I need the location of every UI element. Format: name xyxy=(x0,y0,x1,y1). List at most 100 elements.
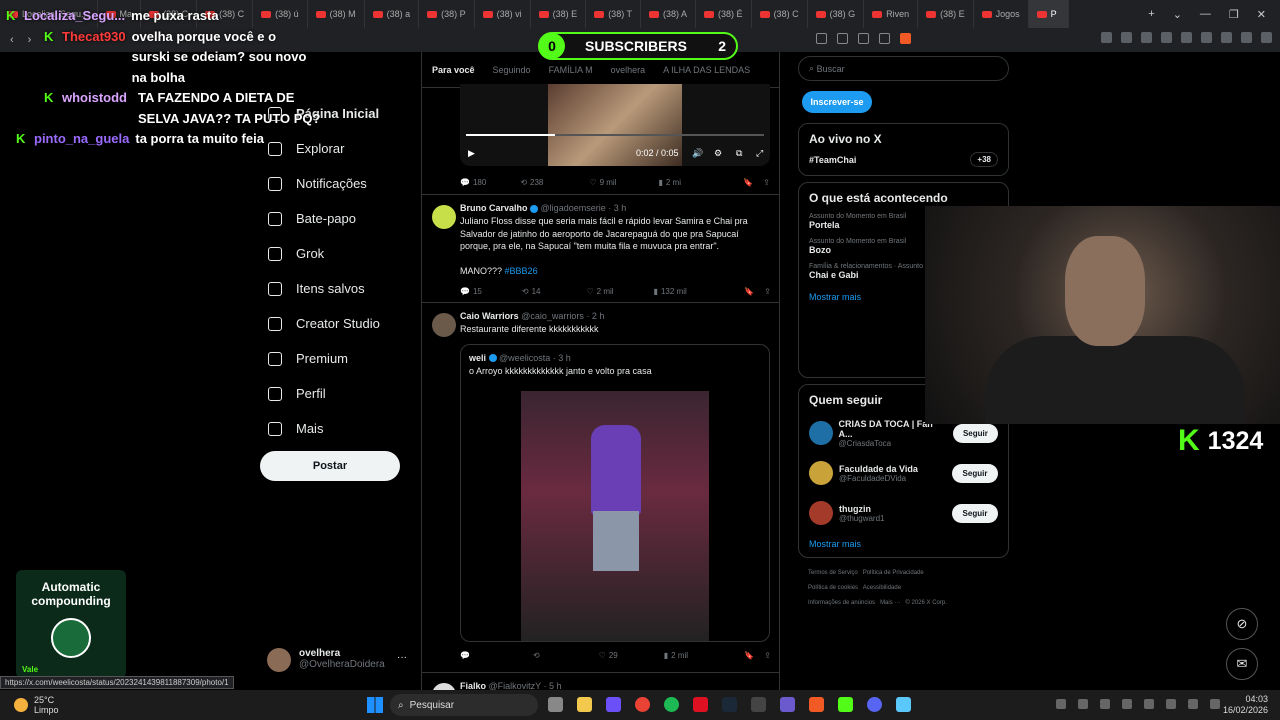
footer-link[interactable]: Mais ··· xyxy=(880,600,900,606)
browser-tab[interactable]: (38) A xyxy=(641,0,697,28)
app-icon[interactable] xyxy=(606,697,621,712)
mic-icon[interactable] xyxy=(1166,699,1176,709)
chrome-icon[interactable] xyxy=(635,697,650,712)
pip-icon[interactable]: ⧉ xyxy=(736,148,742,159)
task-view-icon[interactable] xyxy=(548,697,563,712)
tab-familia[interactable]: FAMÍLIA M xyxy=(549,65,593,75)
views-action[interactable]: ▮ 132 mil xyxy=(654,287,687,296)
messages-float-button[interactable]: ✉ xyxy=(1226,648,1258,680)
video-progress[interactable] xyxy=(466,134,764,136)
like-action[interactable]: ♡ 2 mil xyxy=(586,287,613,296)
browser-tab[interactable]: (38) C xyxy=(752,0,808,28)
footer-link[interactable]: Acessibilidade xyxy=(863,585,901,591)
repost-action[interactable]: ⟲ 238 xyxy=(520,178,543,187)
extension-icon[interactable] xyxy=(1161,32,1172,43)
quote-time[interactable]: 3 h xyxy=(558,353,571,363)
sidebar-item[interactable]: Mais xyxy=(260,411,420,446)
app-icon[interactable] xyxy=(780,697,795,712)
steam-icon[interactable] xyxy=(722,697,737,712)
sidebar-item[interactable]: Grok xyxy=(260,236,420,271)
wallet-icon[interactable] xyxy=(1241,32,1252,43)
tweet-time[interactable]: 2 h xyxy=(592,311,605,321)
like-action[interactable]: ♡ 9 mil xyxy=(589,178,616,187)
tab-seguindo[interactable]: Seguindo xyxy=(493,65,531,75)
browser-tab[interactable]: (38) É xyxy=(696,0,752,28)
browser-tab[interactable]: P xyxy=(1028,0,1069,28)
chevron-up-icon[interactable] xyxy=(1056,699,1066,709)
window-control-button[interactable]: ⌄ xyxy=(1173,8,1182,21)
follow-button[interactable]: Seguir xyxy=(952,463,998,483)
spotify-icon[interactable] xyxy=(664,697,679,712)
quoted-tweet[interactable]: weli @weelicosta · 3 h o Arroyo kkkkkkkk… xyxy=(460,343,770,642)
quote-author[interactable]: weli xyxy=(469,353,486,363)
grok-float-button[interactable]: ⊘ xyxy=(1226,608,1258,640)
reply-action[interactable]: 💬 15 xyxy=(460,287,482,296)
reply-action[interactable]: 💬 xyxy=(460,651,473,660)
gear-icon[interactable]: ⚙ xyxy=(714,148,722,159)
account-switcher[interactable]: ovelhera @OvelheraDoidera ··· xyxy=(267,648,407,672)
zoom-icon[interactable] xyxy=(816,33,827,44)
discord-icon[interactable] xyxy=(867,697,882,712)
share-icon[interactable]: ⇪ xyxy=(763,178,770,187)
quote-handle[interactable]: @weelicosta xyxy=(499,353,550,363)
tweet[interactable]: Bruno Carvalho @ligadoemserie · 3 h Juli… xyxy=(422,194,779,302)
tray-icon[interactable] xyxy=(1144,699,1154,709)
window-control-button[interactable]: ✕ xyxy=(1257,8,1266,21)
browser-tab[interactable]: (38) E xyxy=(531,0,587,28)
browser-tab[interactable]: (38) vi xyxy=(475,0,531,28)
bookmark-icon[interactable]: 🔖 xyxy=(744,287,754,296)
views-action[interactable]: ▮ 2 mi xyxy=(658,178,681,187)
window-control-button[interactable]: + xyxy=(1148,8,1154,21)
window-control-button[interactable]: ❐ xyxy=(1229,8,1239,21)
tray-icon[interactable] xyxy=(1100,699,1110,709)
taskbar-search[interactable]: ⌕ Pesquisar xyxy=(390,694,538,716)
sidebar-item[interactable]: Notificações xyxy=(260,166,420,201)
tab-ilha-das-lendas[interactable]: A ILHA DAS LENDAS xyxy=(663,65,750,75)
tweet-author[interactable]: Bruno Carvalho xyxy=(460,203,528,213)
repost-action[interactable]: ⟲ xyxy=(533,651,543,660)
views-action[interactable]: ▮ 2 mil xyxy=(664,651,688,660)
notepad-icon[interactable] xyxy=(896,697,911,712)
tweet-time[interactable]: 3 h xyxy=(614,203,627,213)
window-control-button[interactable]: — xyxy=(1200,8,1211,21)
follow-suggestion[interactable]: Faculdade da Vida @FaculdadeDVida Seguir xyxy=(809,453,998,493)
footer-link[interactable]: Política de Privacidade xyxy=(863,570,924,576)
repost-action[interactable]: ⟲ 14 xyxy=(522,287,541,296)
follow-button[interactable]: Seguir xyxy=(952,503,998,523)
browser-tab[interactable]: (38) E xyxy=(918,0,974,28)
fullscreen-icon[interactable]: ⤢ xyxy=(756,148,763,159)
subscribe-button[interactable]: Inscrever-se xyxy=(802,91,872,113)
sidebar-item[interactable]: Creator Studio xyxy=(260,306,420,341)
live-avatars[interactable]: +38 xyxy=(970,152,998,167)
clock[interactable]: 04:03 16/02/2026 xyxy=(1223,694,1268,716)
volume-icon[interactable] xyxy=(1210,699,1220,709)
reply-action[interactable]: 💬 180 xyxy=(460,178,486,187)
browser-tab[interactable]: Riven xyxy=(864,0,919,28)
follow-button[interactable]: Seguir xyxy=(952,423,998,443)
like-action[interactable]: ♡ 29 xyxy=(599,651,618,660)
sidebar-item[interactable]: Premium xyxy=(260,341,420,376)
bookmark-star-icon[interactable] xyxy=(879,33,890,44)
tray-icon[interactable] xyxy=(1078,699,1088,709)
follow-suggestion[interactable]: thugzin @thugward1 Seguir xyxy=(809,493,998,533)
tweet-handle[interactable]: @ligadoemserie xyxy=(541,203,606,213)
footer-link[interactable]: Informações de anúncios xyxy=(808,600,875,606)
volume-icon[interactable]: 🔊 xyxy=(692,148,703,159)
brave-icon[interactable] xyxy=(809,697,824,712)
sidebar-icon[interactable] xyxy=(1221,32,1232,43)
hashtag-link[interactable]: #BBB26 xyxy=(505,266,538,276)
brave-shield-icon[interactable] xyxy=(900,33,911,44)
bookmark-icon[interactable]: 🔖 xyxy=(744,651,754,660)
wifi-icon[interactable] xyxy=(1188,699,1198,709)
bookmark-icon[interactable]: 🔖 xyxy=(743,178,753,187)
browser-tab[interactable]: (38) a xyxy=(365,0,420,28)
browser-tab[interactable]: Jogos xyxy=(974,0,1029,28)
footer-link[interactable]: Termos de Serviço xyxy=(808,570,858,576)
video-player[interactable]: ▶ 0:02 / 0:05 🔊 ⚙ ⧉ ⤢ xyxy=(460,84,770,166)
browser-tab[interactable]: (38) G xyxy=(808,0,865,28)
puzzle-icon[interactable] xyxy=(1181,32,1192,43)
show-more-link[interactable]: Mostrar mais xyxy=(809,539,998,549)
tweet-handle[interactable]: @caio_warriors xyxy=(521,311,584,321)
extension-icon[interactable] xyxy=(1101,32,1112,43)
tray-icon[interactable] xyxy=(1122,699,1132,709)
